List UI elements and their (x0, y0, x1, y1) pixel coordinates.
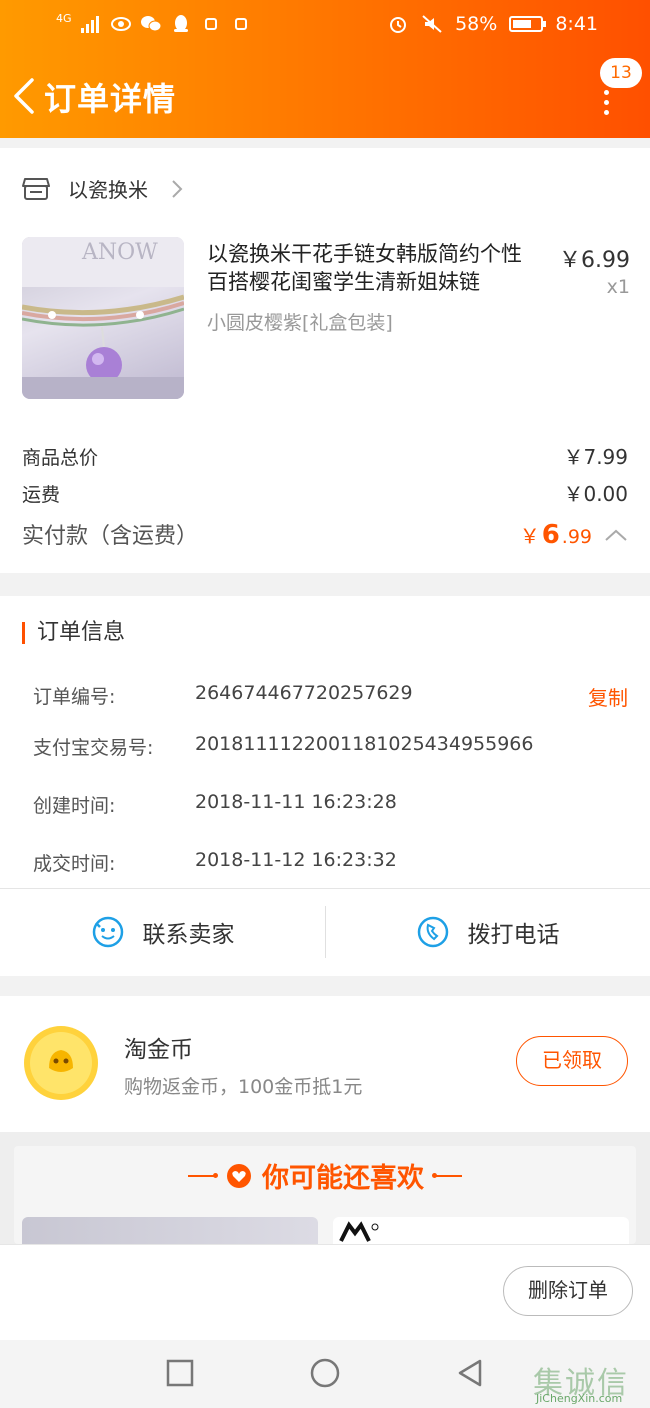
status-bar: 4G 58% 8:41 (0, 0, 650, 50)
shipping-row: 运费 ￥0.00 (22, 478, 628, 507)
paid-currency: ￥ (519, 524, 540, 548)
chat-smile-icon (92, 916, 123, 948)
created-time-row: 创建时间: 2018-11-11 16:23:28 (33, 791, 628, 818)
shipping-value: ￥0.00 (563, 482, 628, 506)
signal-icon: 4G (56, 11, 72, 25)
notification-icon-2 (234, 18, 247, 30)
battery-icon (509, 16, 547, 32)
paid-row[interactable]: 实付款（含运费） ￥ 6 .99 (22, 518, 628, 550)
order-number-label: 订单编号: (33, 686, 116, 708)
shop-name: 以瓷换米 (68, 178, 148, 202)
heart-icon (227, 1163, 251, 1188)
recent-apps-icon[interactable] (164, 1357, 196, 1389)
status-time: 8:41 (555, 13, 598, 35)
alipay-trade-label: 支付宝交易号: (33, 737, 154, 759)
mute-icon (422, 15, 442, 33)
call-phone-button[interactable]: 拨打电话 (325, 888, 650, 976)
watermark-url: JiChengXin.com (536, 1392, 623, 1405)
eye-icon (110, 17, 131, 31)
product-title[interactable]: 以瓷换米干花手链女韩版简约个性百搭樱花闺蜜学生清新姐妹链 (207, 240, 542, 296)
product-sku: 小圆皮樱紫[礼盒包装] (207, 312, 393, 334)
contact-seller-button[interactable]: 联系卖家 (0, 888, 325, 976)
copy-button[interactable]: 复制 (588, 682, 628, 711)
decor-line-right (432, 1172, 462, 1178)
chevron-up-icon[interactable] (604, 528, 628, 542)
delete-order-button[interactable]: 删除订单 (503, 1266, 633, 1316)
status-left-icons: 4G (56, 11, 252, 34)
shipping-label: 运费 (22, 484, 61, 506)
chevron-right-icon (172, 179, 183, 198)
back-arrow-icon[interactable] (10, 76, 40, 116)
more-options-icon[interactable] (600, 90, 612, 115)
gold-coin-icon (24, 1026, 98, 1100)
recommended-item-image[interactable] (333, 1217, 629, 1245)
status-right-icons: 58% 8:41 (387, 13, 598, 35)
order-number-value: 264674467720257629 (195, 682, 413, 704)
product-quantity: x1 (606, 276, 630, 298)
store-icon (22, 177, 50, 200)
app-header: 4G 58% 8:41 订单详情 13 (0, 0, 650, 138)
alipay-trade-row: 支付宝交易号: 2018111122001181025434955966 (33, 733, 628, 760)
recommendations-title: 你可能还喜欢 (262, 1163, 424, 1194)
qq-icon (173, 15, 188, 32)
phone-icon (417, 916, 448, 948)
brand-logo-icon (339, 1221, 379, 1242)
order-info-title: 订单信息 (22, 622, 125, 644)
recommendations-title-row: 你可能还喜欢 (14, 1156, 636, 1195)
battery-percent: 58% (455, 13, 498, 35)
notification-icon (204, 18, 217, 30)
bracelet-image: ANOW (22, 237, 184, 399)
page-title: 订单详情 (44, 80, 177, 118)
alarm-icon (390, 17, 407, 33)
message-count-badge[interactable]: 13 (600, 58, 642, 88)
paid-label: 实付款（含运费） (22, 524, 199, 549)
call-phone-label: 拨打电话 (467, 922, 560, 948)
created-time-label: 创建时间: (33, 795, 116, 817)
recommended-item-image[interactable] (22, 1217, 318, 1245)
created-time-value: 2018-11-11 16:23:28 (195, 791, 397, 813)
contact-seller-label: 联系卖家 (142, 922, 235, 948)
order-info-card: 订单信息 订单编号: 264674467720257629 复制 支付宝交易号:… (0, 596, 650, 976)
paid-value-group: ￥ 6 .99 (520, 520, 628, 550)
decor-line-left (188, 1172, 218, 1178)
product-image[interactable]: ANOW (22, 237, 184, 399)
taojinbi-card: 淘金币 购物返金币，100金币抵1元 已领取 (0, 996, 650, 1132)
home-icon[interactable] (309, 1357, 341, 1389)
signal-bars-icon (80, 16, 99, 33)
goods-total-label: 商品总价 (22, 447, 99, 469)
deal-time-value: 2018-11-12 16:23:32 (195, 849, 397, 871)
svg-text:ANOW: ANOW (81, 240, 158, 265)
deal-time-row: 成交时间: 2018-11-12 16:23:32 (33, 849, 628, 876)
claimed-button[interactable]: 已领取 (516, 1036, 628, 1086)
coin-description: 购物返金币，100金币抵1元 (124, 1076, 363, 1098)
order-number-row: 订单编号: 264674467720257629 复制 (33, 682, 628, 711)
paid-integer: 6 (541, 520, 560, 550)
goods-total-value: ￥7.99 (563, 445, 628, 469)
wechat-icon (140, 16, 162, 32)
shop-link[interactable]: 以瓷换米 (22, 174, 184, 203)
deal-time-label: 成交时间: (33, 853, 116, 875)
product-price: ￥6.99 (559, 248, 630, 273)
coin-title: 淘金币 (124, 1037, 193, 1063)
back-triangle-icon[interactable] (454, 1357, 486, 1389)
alipay-trade-value: 2018111122001181025434955966 (195, 733, 534, 755)
paid-amount: ￥ 6 .99 (520, 520, 592, 550)
goods-total-row: 商品总价 ￥7.99 (22, 441, 628, 470)
order-items-card: 以瓷换米 ANOW 以瓷换米干花手链女韩版简约个性百搭樱花闺蜜学生清新姐妹链 小… (0, 148, 650, 573)
order-action-bar: 删除订单 (0, 1244, 650, 1340)
paid-decimal: .99 (561, 526, 592, 548)
